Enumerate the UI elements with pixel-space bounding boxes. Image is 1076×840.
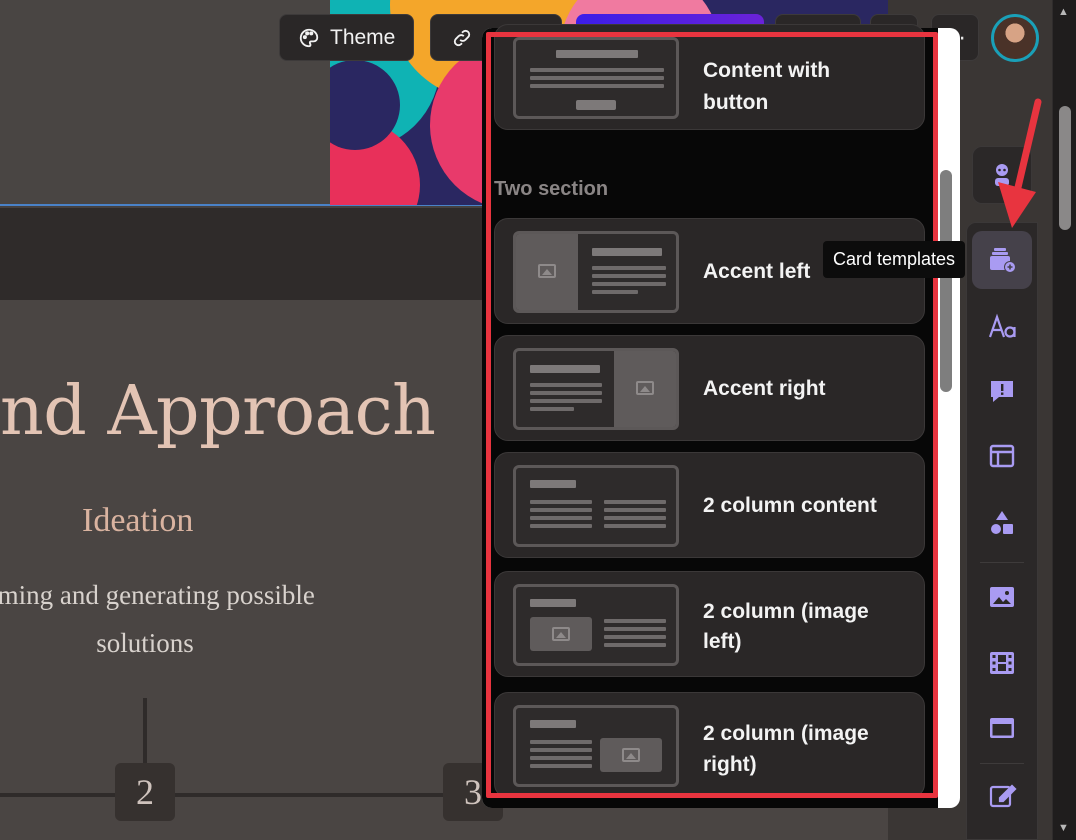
typography-icon — [988, 313, 1016, 338]
card-templates-tooltip: Card templates — [823, 241, 966, 278]
timeline-connector — [143, 698, 147, 766]
image-button[interactable] — [972, 568, 1032, 626]
embed-icon — [990, 718, 1014, 738]
slide-body-line[interactable]: orming and generating possible — [0, 580, 320, 611]
template-label: Accent left — [703, 260, 811, 283]
template-label: 2 column content — [703, 494, 877, 517]
card-templates-button[interactable] — [972, 231, 1032, 289]
template-thumbnail — [513, 37, 679, 119]
toolbar-divider — [980, 763, 1024, 764]
callout-icon — [991, 381, 1013, 402]
panel-scroll-thumb[interactable] — [940, 170, 952, 392]
theme-button-label: Theme — [330, 25, 396, 49]
toolbar-divider — [980, 562, 1024, 563]
link-icon — [453, 29, 471, 46]
card-templates-icon — [990, 248, 1016, 273]
scroll-down-arrow-icon[interactable]: ▼ — [1058, 822, 1069, 834]
theme-button[interactable]: Theme — [279, 14, 415, 61]
template-thumbnail — [513, 465, 679, 547]
template-accent-right[interactable]: Accent right — [494, 335, 925, 441]
template-label: Accent right — [703, 377, 826, 400]
layout-icon — [989, 444, 1015, 468]
template-label: Content with — [703, 59, 831, 82]
template-label: 2 column (image — [703, 722, 869, 745]
shapes-button[interactable] — [972, 494, 1032, 552]
scroll-up-arrow-icon[interactable]: ▲ — [1058, 6, 1069, 18]
image-icon — [990, 587, 1014, 607]
callout-button[interactable] — [972, 362, 1032, 420]
video-icon — [990, 652, 1014, 674]
section-heading: Two section — [494, 178, 609, 200]
template-thumbnail — [513, 705, 679, 787]
template-label: button — [703, 91, 769, 114]
template-thumbnail — [513, 231, 679, 313]
window-scroll-thumb[interactable] — [1059, 106, 1071, 230]
embed-button[interactable] — [972, 699, 1032, 757]
template-content-with-button[interactable]: Content with button — [494, 24, 925, 130]
edit-button[interactable] — [972, 766, 1032, 824]
palette-icon — [299, 28, 319, 47]
timeline-step-number: 2 — [115, 763, 175, 821]
template-label: right) — [703, 753, 757, 776]
template-2-column-image-left[interactable]: 2 column (image left) — [494, 571, 925, 677]
slide-body-line[interactable]: solutions — [0, 628, 320, 659]
template-label: 2 column (image — [703, 600, 869, 623]
template-label: left) — [703, 630, 742, 653]
slide-title[interactable]: nd Approach — [0, 372, 436, 451]
template-2-column-content[interactable]: 2 column content — [494, 452, 925, 558]
pointer-arrow-icon — [998, 98, 1042, 228]
template-2-column-image-right[interactable]: 2 column (image right) — [494, 692, 925, 798]
user-avatar[interactable] — [991, 14, 1039, 62]
text-styles-button[interactable] — [972, 298, 1032, 356]
edit-icon — [989, 784, 1017, 808]
template-thumbnail — [513, 348, 679, 430]
video-button[interactable] — [972, 634, 1032, 692]
slide-subtitle[interactable]: Ideation — [82, 502, 193, 540]
template-thumbnail — [513, 584, 679, 666]
layout-button[interactable] — [972, 427, 1032, 485]
shapes-icon — [991, 511, 1013, 534]
